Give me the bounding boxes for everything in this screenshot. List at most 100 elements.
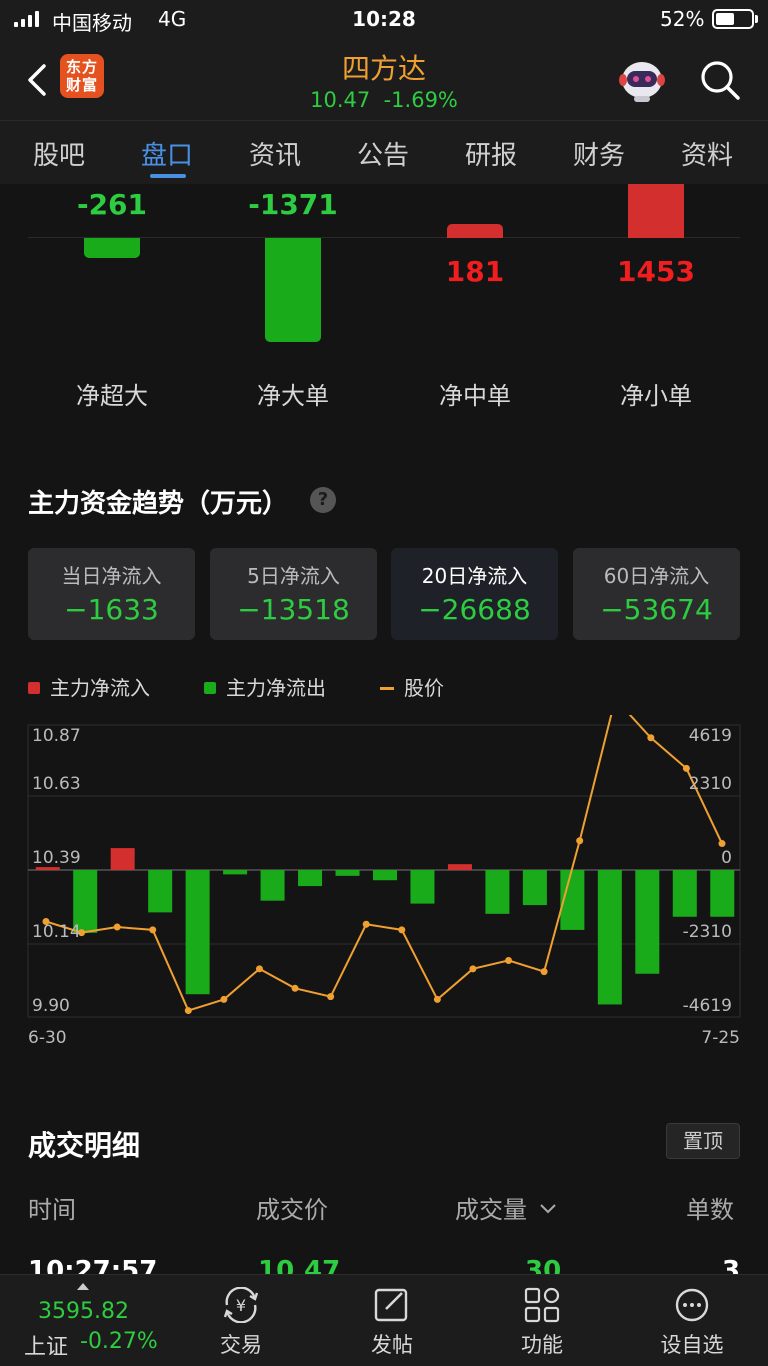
tab-profile[interactable]: 资料 <box>662 135 752 172</box>
left-axis-tick: 10.87 <box>32 726 81 746</box>
search-button[interactable] <box>696 56 744 104</box>
price-point <box>398 926 406 934</box>
card-5day-inflow[interactable]: 5日净流入 −13518 <box>210 548 377 640</box>
price-point <box>433 995 441 1003</box>
right-axis-tick: 4619 <box>689 726 732 746</box>
flow-bar-super-large <box>84 238 140 258</box>
flow-bar <box>410 870 435 904</box>
index-name: 上证 <box>24 1335 69 1360</box>
flow-value-large: -1371 <box>248 188 338 221</box>
tab-bar: 股吧 盘口 资讯 公告 研报 财务 资料 <box>0 120 768 184</box>
left-axis-tick: 9.90 <box>32 996 70 1016</box>
flow-bar <box>298 870 323 887</box>
col-volume[interactable]: 成交量 <box>455 1190 557 1225</box>
right-axis-tick: 0 <box>721 848 732 868</box>
col-price: 成交价 <box>256 1196 328 1224</box>
flow-bar-large <box>265 238 321 342</box>
fund-trend-chart: 10.87 10.63 10.39 10.14 9.90 4619 2310 0 -2310 -4… <box>27 715 741 1048</box>
flow-label-medium: 净中单 <box>439 382 511 410</box>
tab-pankou[interactable]: 盘口 <box>122 135 212 172</box>
flow-bar <box>373 870 397 881</box>
tab-research[interactable]: 研报 <box>446 135 536 172</box>
price-point <box>718 840 726 848</box>
stock-header: 东方 财富 四方达 10.47 -1.69% <box>0 40 768 120</box>
flow-bar <box>148 870 173 913</box>
yen-exchange-icon: ¥ <box>223 1287 259 1323</box>
legend-outflow: 主力净流出 <box>204 672 326 701</box>
index-change: -0.27% <box>80 1329 158 1354</box>
flow-bar <box>110 848 135 870</box>
x-axis-end: 7-25 <box>701 1028 740 1048</box>
flow-label-large: 净大单 <box>257 382 329 410</box>
nav-trade[interactable]: ¥ 交易 <box>191 1287 291 1359</box>
tab-finance[interactable]: 财务 <box>554 135 644 172</box>
price-point <box>291 984 299 992</box>
price-point <box>113 923 121 931</box>
flow-bar <box>447 864 472 870</box>
price-point <box>505 956 513 964</box>
flow-bar-medium <box>447 224 503 238</box>
legend-inflow: 主力净流入 <box>28 672 150 701</box>
price-point <box>682 764 690 772</box>
x-axis-start: 6-30 <box>28 1028 67 1048</box>
tab-news[interactable]: 资讯 <box>230 135 320 172</box>
status-time: 10:28 <box>352 7 416 31</box>
left-axis-tick: 10.39 <box>32 848 81 868</box>
flow-bar <box>185 870 210 995</box>
col-count: 单数 <box>686 1196 734 1224</box>
flow-bar <box>223 870 248 875</box>
stock-price: 10.47 <box>310 88 371 112</box>
card-today-inflow[interactable]: 当日净流入 −1633 <box>28 548 195 640</box>
compose-icon <box>374 1288 408 1322</box>
tab-announcements[interactable]: 公告 <box>338 135 428 172</box>
bottom-bar: 3595.82 上证 -0.27% ¥ 交易 发帖 功能 设自选 <box>0 1274 768 1366</box>
card-20day-inflow[interactable]: 20日净流入 −26688 <box>391 548 558 640</box>
flow-label-small: 净小单 <box>620 382 692 410</box>
stock-change: -1.69% <box>383 88 458 112</box>
help-icon[interactable]: ? <box>310 487 336 513</box>
price-point <box>469 965 477 973</box>
flow-bar <box>635 870 660 974</box>
battery-percent: 52% <box>660 7 705 31</box>
svg-text:¥: ¥ <box>236 1296 246 1315</box>
right-axis-tick: 2310 <box>689 774 732 794</box>
active-tab-indicator <box>150 174 186 178</box>
price-point <box>647 734 655 742</box>
flow-value-medium: 181 <box>445 255 505 288</box>
expand-up-icon[interactable] <box>77 1283 89 1290</box>
chevron-down-icon <box>539 1204 556 1214</box>
flow-bar <box>672 870 697 917</box>
price-point <box>327 993 335 1001</box>
status-bar: 中国移动 4G 10:28 52% <box>0 0 768 40</box>
robot-assistant-icon[interactable] <box>614 54 670 104</box>
price-point <box>255 965 263 973</box>
price-point <box>220 995 228 1003</box>
battery-icon <box>712 9 754 29</box>
price-point <box>576 837 584 845</box>
price-point <box>362 920 370 928</box>
flow-value-super-large: -261 <box>76 188 148 221</box>
left-axis-tick: 10.63 <box>32 774 81 794</box>
legend-price: 股价 <box>380 672 444 701</box>
right-axis-tick: -4619 <box>683 996 732 1016</box>
card-60day-inflow[interactable]: 60日净流入 −53674 <box>573 548 740 640</box>
pin-top-button[interactable]: 置顶 <box>666 1123 740 1159</box>
trades-title: 成交明细 <box>28 1129 141 1162</box>
flow-value-small: 1453 <box>617 255 695 288</box>
flow-bar <box>485 870 510 914</box>
nav-functions[interactable]: 功能 <box>492 1287 592 1359</box>
right-axis-tick: -2310 <box>683 922 732 942</box>
price-point <box>540 968 548 976</box>
flow-bar-small <box>628 184 684 238</box>
nav-post[interactable]: 发帖 <box>342 1287 442 1359</box>
tab-guba[interactable]: 股吧 <box>14 135 104 172</box>
flow-bar <box>597 870 622 1005</box>
flow-bar <box>335 870 360 876</box>
flow-bar <box>710 870 735 917</box>
flow-bar <box>260 870 285 901</box>
index-value[interactable]: 3595.82 <box>38 1299 129 1324</box>
price-point <box>184 1007 192 1015</box>
nav-add-watchlist[interactable]: 设自选 <box>642 1287 742 1359</box>
col-time: 时间 <box>28 1196 76 1224</box>
left-axis-tick: 10.14 <box>32 922 81 942</box>
